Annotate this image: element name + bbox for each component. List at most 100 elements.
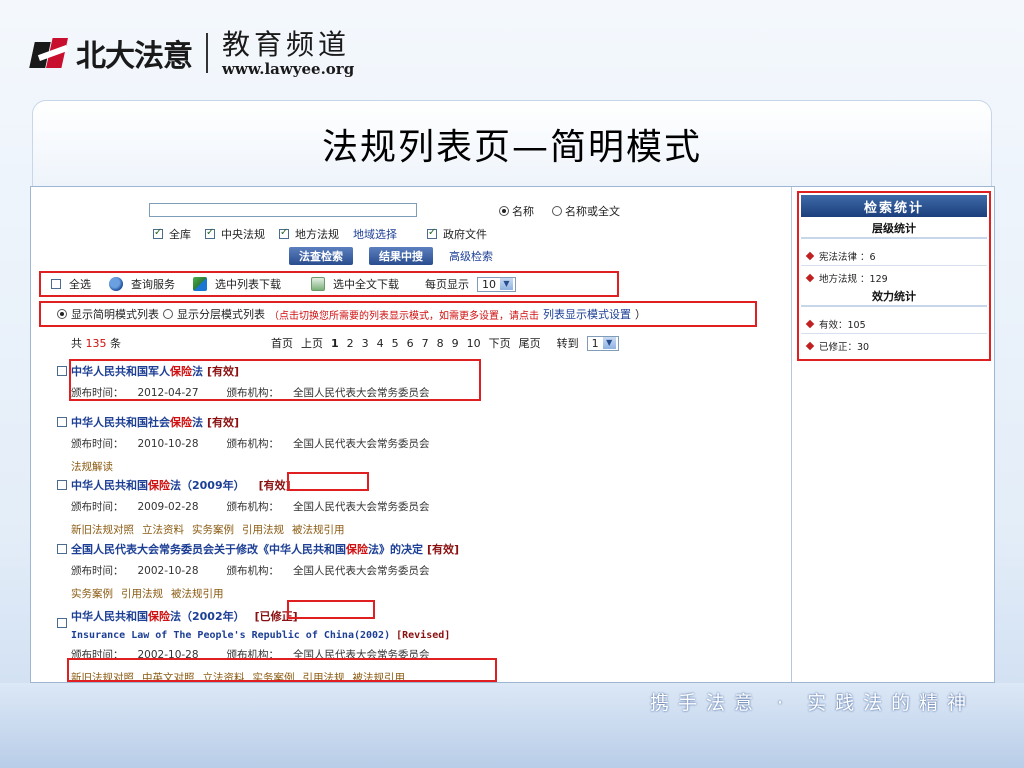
screenshot-panel: 名称 名称或全文 全库 中央法规 地方法规 地域选择 政府文件 法查检索 结果中… [30, 186, 995, 683]
item-meta: 颁布时间： 2002-10-28 颁布机构： 全国人民代表大会常务委员会 [71, 565, 430, 577]
advanced-search-link[interactable]: 高级检索 [449, 248, 493, 264]
law-title-link[interactable]: 中华人民共和国保险法（2002年） [71, 608, 245, 624]
bullet-icon [805, 273, 815, 283]
checkbox-central[interactable]: 中央法规 [205, 226, 265, 242]
channel-name: 教育频道 [222, 28, 351, 61]
last-page-link[interactable]: 尾页 [519, 335, 541, 351]
stat-item[interactable]: 地方法规 ：129 [805, 271, 888, 285]
related-link[interactable]: 新旧法规对照 [71, 522, 134, 537]
page-link[interactable]: 8 [437, 337, 444, 350]
stat-item[interactable]: 有效：105 [805, 317, 866, 331]
item-checkbox[interactable] [57, 366, 67, 376]
select-all-label[interactable]: 全选 [69, 276, 91, 292]
law-title-link[interactable]: 中华人民共和国保险法（2009年） [71, 477, 245, 493]
checkbox-local[interactable]: 地方法规 [279, 226, 339, 242]
page-link[interactable]: 6 [407, 337, 414, 350]
stats-sidebar: 检索统计 层级统计 宪法法律 ：6 地方法规 ：129 效力统计 有效：105 … [793, 187, 994, 682]
brand-name: 北大法意 [76, 39, 193, 74]
logo-divider [206, 33, 208, 73]
list-download-icon [193, 277, 207, 291]
page-link[interactable]: 3 [362, 337, 369, 350]
search-button[interactable]: 法查检索 [289, 247, 353, 265]
divider [801, 333, 987, 334]
page-link[interactable]: 7 [422, 337, 429, 350]
fulltext-download-icon [311, 277, 325, 291]
prev-page-link[interactable]: 上页 [301, 335, 323, 351]
stat-item[interactable]: 宪法法律 ：6 [805, 249, 876, 263]
highlight-box [69, 359, 481, 401]
page-link[interactable]: 10 [467, 337, 481, 350]
bullet-icon [805, 341, 815, 351]
query-service-link[interactable]: 查询服务 [131, 276, 175, 292]
list-mode-bar: 显示简明模式列表 显示分层模式列表 （点击切换您所需要的列表显示模式，如需更多设… [39, 301, 757, 327]
search-buttons: 法查检索 结果中搜 高级检索 [289, 247, 493, 265]
english-title[interactable]: Insurance Law of The People's Republic o… [71, 630, 458, 641]
layered-mode-label[interactable]: 显示分层模式列表 [177, 306, 265, 322]
item-links: 实务案例 引用法规 被法规引用 [71, 586, 459, 601]
radio-name[interactable]: 名称 [499, 203, 534, 219]
search-in-results-button[interactable]: 结果中搜 [369, 247, 433, 265]
checkbox-all[interactable]: 全库 [153, 226, 191, 242]
bullet-icon [805, 319, 815, 329]
item-checkbox[interactable] [57, 544, 67, 554]
mode-hint-end: ） [635, 308, 646, 321]
related-link[interactable]: 立法资料 [142, 522, 184, 537]
page-link[interactable]: 2 [347, 337, 354, 350]
law-title-link[interactable]: 全国人民代表大会常务委员会关于修改《中华人民共和国保险法》的决定 [71, 541, 423, 557]
download-list-link[interactable]: 选中列表下载 [215, 276, 281, 292]
stat-item[interactable]: 已修正：30 [805, 339, 869, 353]
item-meta: 颁布时间： 2010-10-28 颁布机构： 全国人民代表大会常务委员会 [71, 438, 430, 450]
related-link[interactable]: 引用法规 [121, 586, 163, 601]
page-link[interactable]: 1 [331, 337, 339, 350]
checkbox-checked-icon [427, 227, 437, 239]
stats-header: 检索统计 [801, 195, 987, 217]
item-links: 新旧法规对照 立法资料 实务案例 引用法规 被法规引用 [71, 522, 458, 537]
mode-settings-link[interactable]: 列表显示模式设置 [543, 306, 631, 322]
status-badge: [有效] [207, 416, 240, 429]
download-full-link[interactable]: 选中全文下载 [333, 276, 399, 292]
page-link[interactable]: 9 [452, 337, 459, 350]
query-search-icon [109, 277, 123, 291]
total-count: 共 135 条 [71, 337, 121, 350]
item-checkbox[interactable] [57, 480, 67, 490]
item-meta: 颁布时间： 2009-02-28 颁布机构： 全国人民代表大会常务委员会 [71, 501, 430, 513]
item-checkbox[interactable] [57, 417, 67, 427]
search-scope-radios: 名称 名称或全文 [499, 203, 620, 219]
divider [801, 265, 987, 266]
first-page-link[interactable]: 首页 [271, 335, 293, 351]
search-input[interactable] [149, 203, 417, 217]
page-link[interactable]: 5 [392, 337, 399, 350]
page-link[interactable]: 4 [377, 337, 384, 350]
checkbox-gov[interactable]: 政府文件 [427, 226, 487, 242]
related-link[interactable]: 引用法规 [242, 522, 284, 537]
goto-label: 转到 [556, 337, 579, 350]
law-title-link[interactable]: 中华人民共和国社会保险法 [71, 414, 203, 430]
bullet-icon [805, 251, 815, 261]
related-link[interactable]: 法规解读 [71, 459, 113, 474]
related-link[interactable]: 实务案例 [192, 522, 234, 537]
related-link[interactable]: 被法规引用 [292, 522, 345, 537]
logo: 北大法意 教育频道 www.lawyee.org [29, 28, 354, 78]
item-links: 法规解读 [71, 459, 458, 474]
status-badge: [有效] [258, 479, 291, 492]
item-checkbox[interactable] [57, 618, 67, 628]
next-page-link[interactable]: 下页 [489, 335, 511, 351]
per-page-select[interactable]: 10 ▼ [477, 276, 516, 292]
chevron-down-icon: ▼ [602, 337, 616, 349]
select-all-checkbox[interactable] [51, 279, 61, 289]
layered-mode-radio[interactable] [163, 309, 173, 319]
brand-mark-icon [29, 34, 72, 72]
simple-mode-label[interactable]: 显示简明模式列表 [71, 306, 159, 322]
radio-fulltext[interactable]: 名称或全文 [552, 203, 620, 219]
radio-empty-icon [552, 206, 562, 216]
radio-selected-icon [499, 206, 509, 216]
region-select-link[interactable]: 地域选择 [353, 226, 397, 242]
related-link[interactable]: 被法规引用 [171, 586, 224, 601]
goto-page-select[interactable]: 1 ▼ [586, 335, 619, 351]
checkbox-checked-icon [205, 227, 215, 239]
checkbox-checked-icon [279, 227, 289, 239]
status-badge: [有效] [427, 543, 460, 556]
related-link[interactable]: 实务案例 [71, 586, 113, 601]
stats-box: 检索统计 层级统计 宪法法律 ：6 地方法规 ：129 效力统计 有效：105 … [797, 191, 991, 361]
simple-mode-radio[interactable] [57, 309, 67, 319]
